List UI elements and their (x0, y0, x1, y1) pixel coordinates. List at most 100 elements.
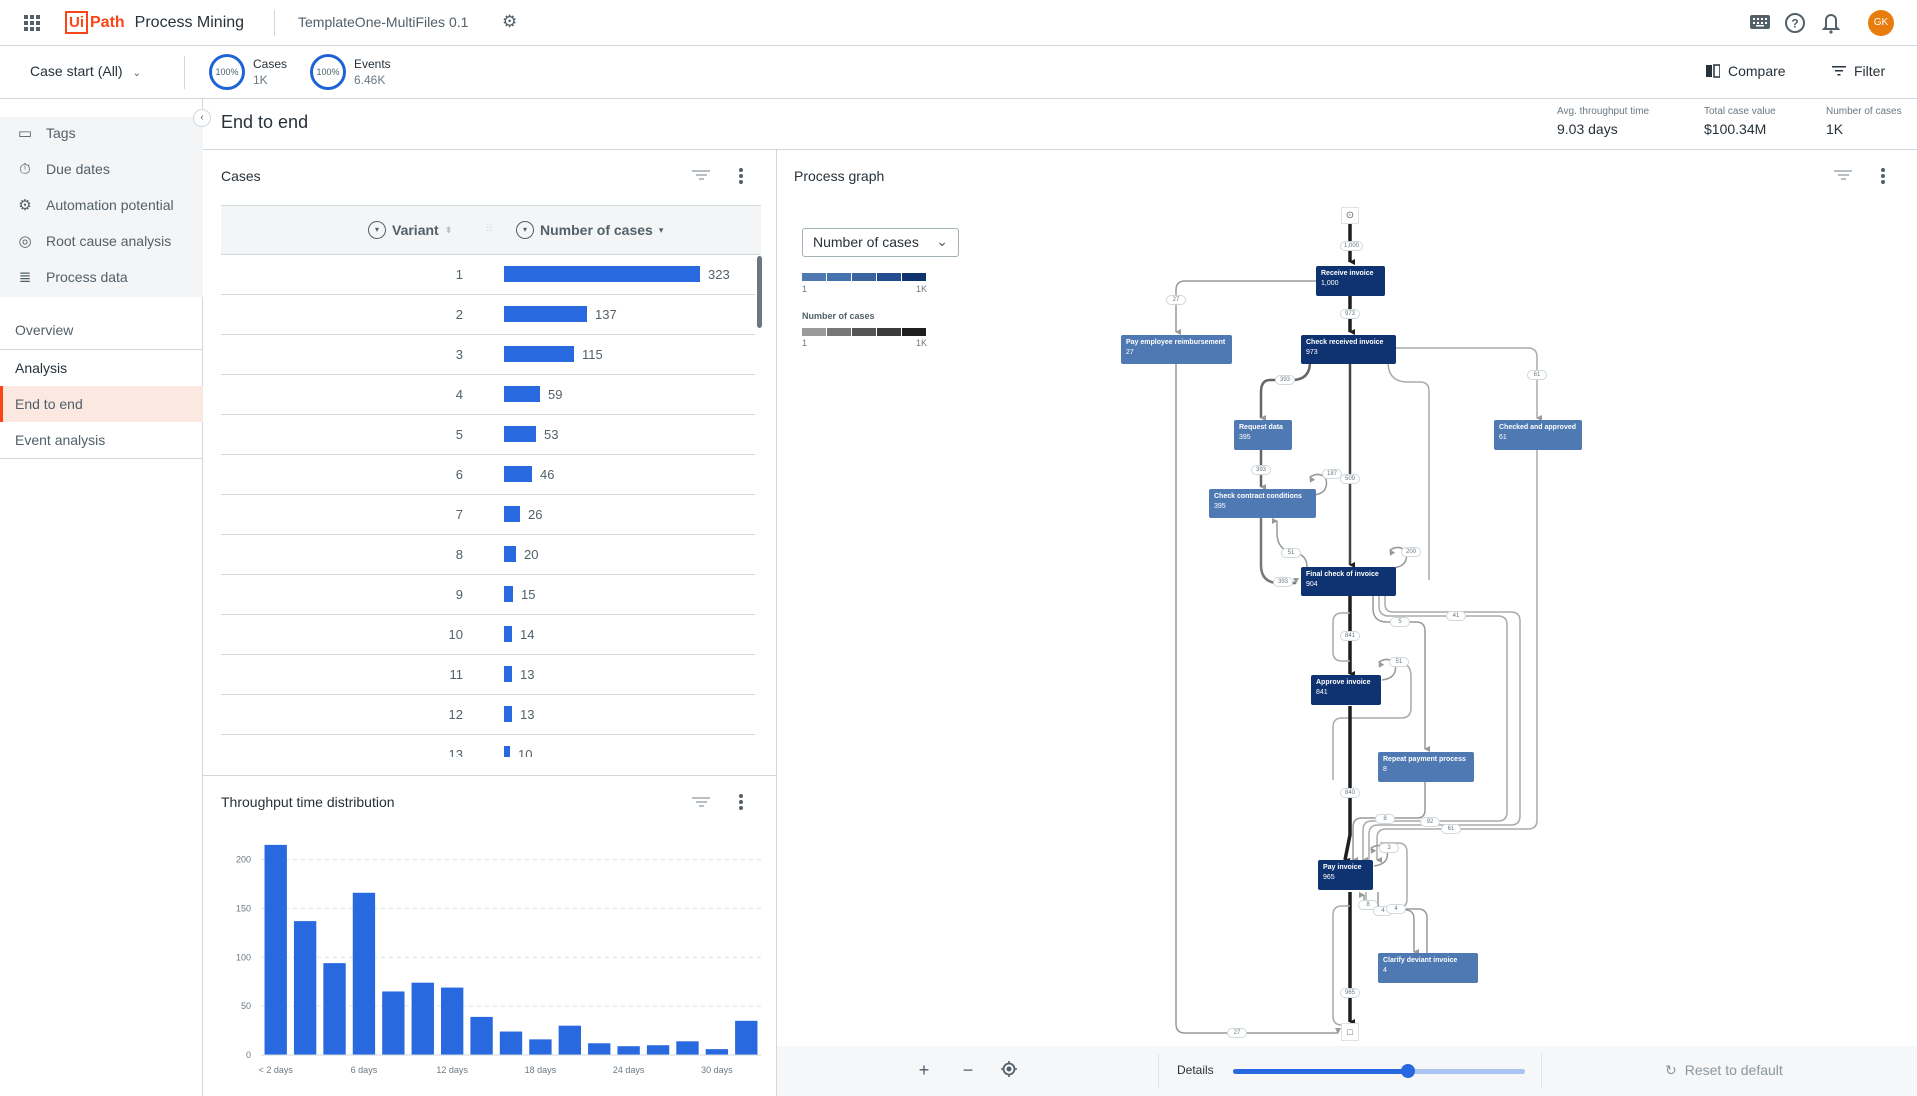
more-options-icon[interactable] (739, 794, 743, 812)
start-node-play-icon[interactable]: ⊙ (1341, 207, 1359, 224)
zoom-out-button[interactable]: − (958, 1060, 978, 1081)
graph-node-checked-and-approved[interactable]: Checked and approved 61 (1494, 420, 1582, 450)
table-row[interactable]: 12 13 (221, 695, 755, 735)
fit-to-screen-button[interactable] (999, 1060, 1019, 1083)
filter-button[interactable]: Filter (1832, 63, 1885, 79)
table-row[interactable]: 7 26 (221, 495, 755, 535)
product-name: Process Mining (134, 13, 245, 31)
zoom-in-button[interactable]: + (914, 1060, 934, 1081)
graph-node-receive-invoice[interactable]: Receive invoice 1,000 (1316, 266, 1385, 296)
column-menu-icon[interactable]: ▾ (368, 221, 386, 239)
table-row[interactable]: 3 115 (221, 335, 755, 375)
sidebar-item-process-data[interactable]: ≣ Process data (16, 267, 128, 287)
variant-cell: 12 (448, 707, 463, 722)
edge[interactable] (1272, 518, 1308, 568)
number-of-cases-kpi: Number of cases 1K (1826, 106, 1902, 137)
panel-filter-icon[interactable] (1834, 170, 1852, 182)
table-row[interactable]: 6 46 (221, 455, 755, 495)
histogram-bar[interactable] (676, 1041, 699, 1055)
sidebar-item-due-dates[interactable]: ⏱ Due dates (16, 159, 110, 179)
histogram-bar[interactable] (705, 1049, 729, 1055)
table-row[interactable]: 2 137 (221, 295, 755, 335)
histogram-bar[interactable] (411, 982, 434, 1055)
end-node-stop-icon[interactable]: □ (1341, 1023, 1359, 1041)
compare-icon (1706, 64, 1720, 78)
reset-to-default-button[interactable]: ↻ Reset to default (1665, 1062, 1783, 1079)
keyboard-icon[interactable] (1749, 12, 1771, 34)
settings-gear-icon[interactable]: ⚙ (502, 13, 520, 31)
histogram-bar[interactable] (617, 1046, 640, 1055)
panel-filter-icon[interactable] (692, 170, 710, 182)
histogram-bar[interactable] (382, 991, 405, 1055)
histogram-bar[interactable] (558, 1025, 581, 1055)
nav-overview[interactable]: Overview (0, 312, 203, 348)
graph-node-repeat-payment-process[interactable]: Repeat payment process 8 (1378, 752, 1474, 782)
histogram-bar[interactable] (293, 921, 317, 1055)
edge[interactable] (1332, 905, 1350, 1026)
column-menu-icon[interactable]: ▾ (516, 221, 534, 239)
sidebar-item-tags[interactable]: ▭ Tags (16, 123, 76, 143)
graph-node-pay-employee-reimbursement[interactable]: Pay employee reimbursement 27 (1121, 335, 1232, 364)
column-drag-handle-icon[interactable]: ⠿ (485, 222, 493, 235)
user-avatar[interactable]: GK (1868, 10, 1894, 36)
graph-node-request-data[interactable]: Request data 395 (1234, 420, 1292, 450)
table-row[interactable]: 11 13 (221, 655, 755, 695)
column-header-number-of-cases[interactable]: ▾ Number of cases ▾ (516, 221, 663, 239)
table-row[interactable]: 13 10 (221, 735, 755, 757)
metric-select[interactable]: Number of cases ⌄ (802, 228, 959, 257)
table-row[interactable]: 1 323 (221, 255, 755, 295)
nav-event-analysis[interactable]: Event analysis (0, 422, 203, 458)
edge[interactable] (1376, 450, 1538, 863)
case-start-dropdown[interactable]: Case start (All) ⌄ (30, 63, 141, 79)
histogram-bar[interactable] (470, 1016, 493, 1055)
more-options-icon[interactable] (739, 168, 743, 186)
nav-end-to-end[interactable]: End to end (0, 386, 203, 422)
cases-percent-ring: 100% (209, 54, 245, 90)
graph-node-final-check-of-invoice[interactable]: Final check of invoice 904 (1301, 567, 1396, 596)
sort-icon[interactable]: ⬍ (445, 225, 453, 236)
histogram-bar[interactable] (735, 1020, 758, 1055)
graph-node-check-contract-conditions[interactable]: Check contract conditions 395 (1209, 489, 1316, 518)
table-row[interactable]: 9 15 (221, 575, 755, 615)
table-row[interactable]: 8 20 (221, 535, 755, 575)
histogram-bar[interactable] (499, 1031, 523, 1055)
more-options-icon[interactable] (1881, 168, 1885, 186)
edge[interactable] (1175, 280, 1317, 335)
compare-button[interactable]: Compare (1706, 63, 1786, 79)
histogram-bar[interactable] (352, 892, 376, 1055)
histogram-bar[interactable] (529, 1039, 552, 1055)
edge[interactable] (1343, 706, 1352, 864)
scrollbar[interactable] (757, 256, 762, 328)
table-row[interactable]: 10 14 (221, 615, 755, 655)
sidebar-item-automation-potential[interactable]: ⚙ Automation potential (16, 195, 173, 215)
uipath-logo[interactable]: Ui Path Process Mining (65, 11, 244, 34)
sidebar-item-root-cause-analysis[interactable]: ◎ Root cause analysis (16, 231, 171, 251)
column-header-variant[interactable]: ▾ Variant ⬍ (368, 221, 452, 239)
histogram-bar[interactable] (264, 844, 287, 1055)
edge-count-label: 4 (1386, 904, 1406, 914)
graph-node-check-received-invoice[interactable]: Check received invoice 973 (1301, 335, 1396, 364)
histogram-bar[interactable] (323, 963, 346, 1055)
table-row[interactable]: 4 59 (221, 375, 755, 415)
table-row[interactable]: 5 53 (221, 415, 755, 455)
graph-node-clarify-deviant-invoice[interactable]: Clarify deviant invoice 4 (1378, 953, 1478, 983)
edge[interactable] (1259, 361, 1312, 421)
panel-filter-icon[interactable] (692, 797, 710, 809)
y-tick-label: 150 (236, 903, 251, 913)
cases-count-cell: 323 (708, 267, 730, 282)
apps-grid-icon[interactable] (24, 15, 40, 31)
graph-node-pay-invoice[interactable]: Pay invoice 965 (1318, 860, 1373, 890)
histogram-bar[interactable] (646, 1045, 670, 1055)
cases-kpi-label: Cases (253, 57, 288, 71)
help-icon[interactable]: ? (1784, 12, 1806, 34)
edge[interactable] (1393, 347, 1542, 421)
histogram-bar[interactable] (441, 987, 464, 1055)
slider-thumb[interactable] (1401, 1064, 1416, 1078)
graph-node-approve-invoice[interactable]: Approve invoice 841 (1311, 675, 1381, 705)
notifications-bell-icon[interactable] (1820, 12, 1842, 34)
edge[interactable] (1377, 892, 1419, 955)
collapse-sidebar-button[interactable]: ‹ (193, 109, 211, 127)
sort-icon[interactable]: ▾ (659, 225, 664, 236)
details-slider[interactable] (1233, 1064, 1525, 1078)
histogram-bar[interactable] (588, 1043, 611, 1055)
